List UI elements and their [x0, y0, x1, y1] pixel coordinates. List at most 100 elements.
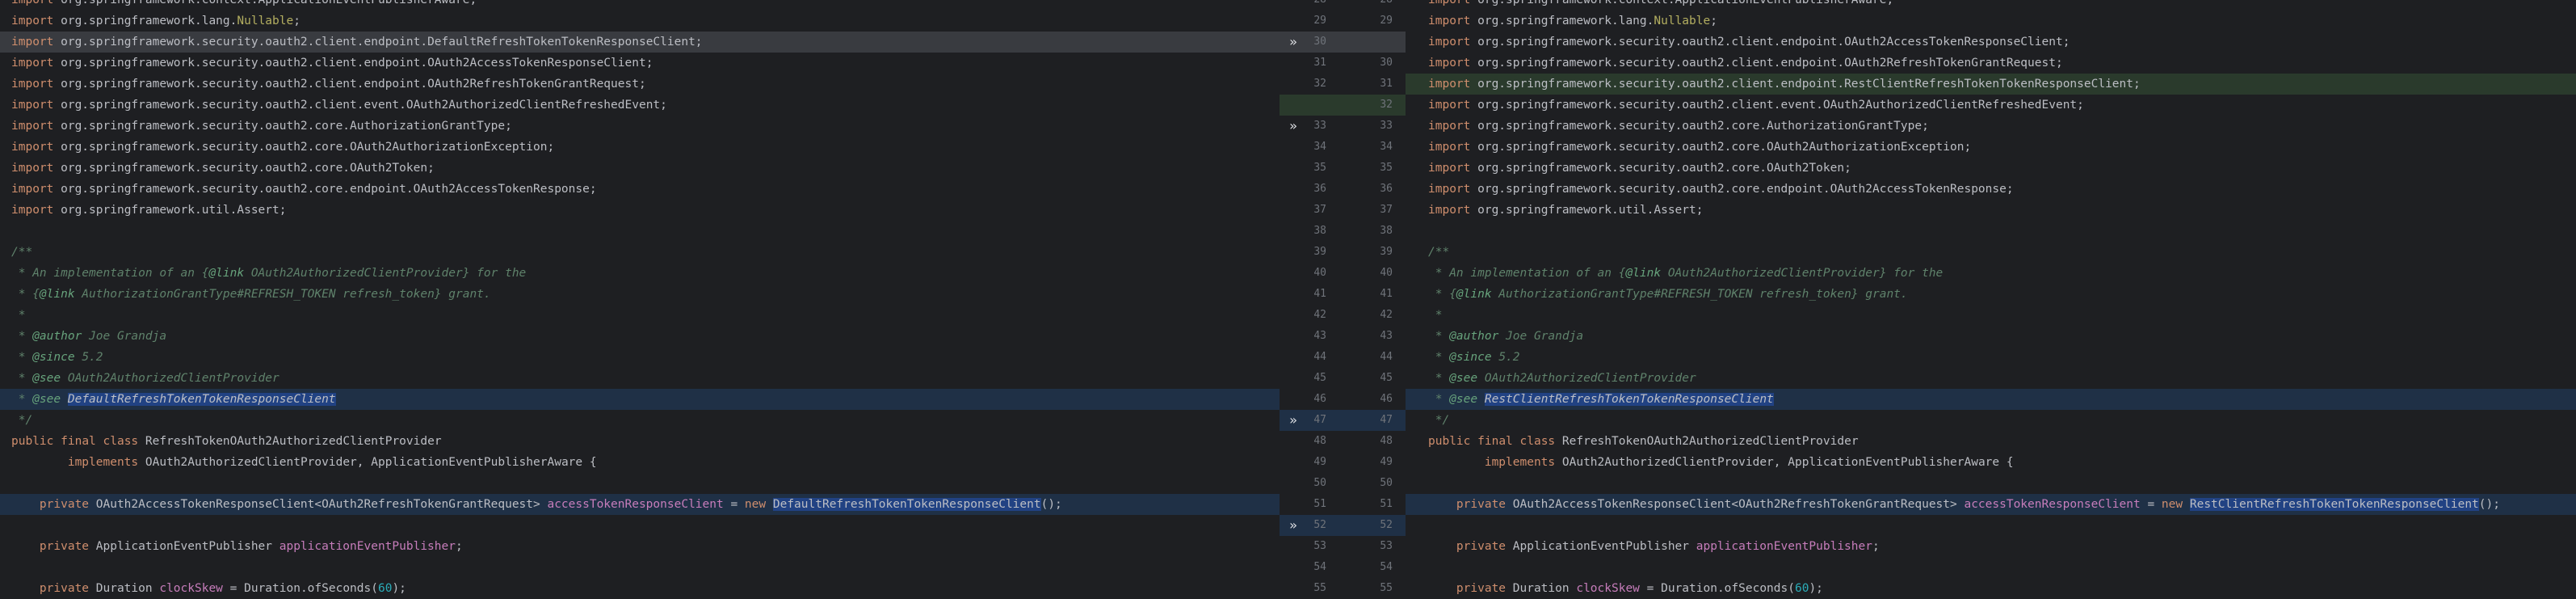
left-code-line[interactable]: private OAuth2AccessTokenResponseClient<…: [0, 494, 1280, 515]
right-code-line[interactable]: import org.springframework.security.oaut…: [1406, 179, 2576, 200]
right-line-number: 49: [1380, 456, 1393, 468]
left-code-line[interactable]: [0, 221, 1280, 242]
left-line-number: 54: [1313, 561, 1326, 573]
left-code-line[interactable]: private ApplicationEventPublisher applic…: [0, 536, 1280, 557]
right-line-number: 48: [1380, 435, 1393, 447]
right-code-line[interactable]: * @since 5.2: [1406, 347, 2576, 368]
left-code-line[interactable]: public final class RefreshTokenOAuth2Aut…: [0, 431, 1280, 452]
code-text: * @see OAuth2AuthorizedClientProvider: [11, 372, 279, 385]
right-line-number: 33: [1380, 120, 1393, 132]
right-code-line[interactable]: * {@link AuthorizationGrantType#REFRESH_…: [1406, 284, 2576, 305]
left-editor-pane[interactable]: import org.springframework.context.Appli…: [0, 0, 1280, 599]
code-text: import org.springframework.security.oaut…: [1428, 162, 1851, 175]
left-line-number: 29: [1313, 15, 1326, 27]
right-code-line[interactable]: import org.springframework.security.oaut…: [1406, 116, 2576, 137]
right-line-number: 30: [1380, 57, 1393, 69]
right-line-number: 38: [1380, 225, 1393, 237]
diff-gutter: 28282929»303130323132»333334343535363637…: [1280, 0, 1406, 599]
code-text: private Duration clockSkew = Duration.of…: [1456, 582, 1823, 595]
code-text: import org.springframework.security.oaut…: [11, 36, 703, 49]
left-code-line[interactable]: /**: [0, 242, 1280, 263]
right-code-line[interactable]: import org.springframework.security.oaut…: [1406, 74, 2576, 95]
code-text: * An implementation of an {@link OAuth2A…: [1428, 267, 1944, 280]
right-code-line[interactable]: *: [1406, 305, 2576, 326]
code-text: private Duration clockSkew = Duration.of…: [39, 582, 406, 595]
code-text: import org.springframework.security.oaut…: [11, 183, 597, 196]
right-code-line[interactable]: import org.springframework.security.oaut…: [1406, 32, 2576, 53]
left-line-number: 31: [1313, 57, 1326, 69]
left-code-line[interactable]: [0, 473, 1280, 494]
left-code-line[interactable]: import org.springframework.security.oaut…: [0, 53, 1280, 74]
right-code-line[interactable]: [1406, 515, 2576, 536]
right-code-line[interactable]: public final class RefreshTokenOAuth2Aut…: [1406, 431, 2576, 452]
right-code-line[interactable]: private OAuth2AccessTokenResponseClient<…: [1406, 494, 2576, 515]
right-code-line[interactable]: private Duration clockSkew = Duration.of…: [1406, 578, 2576, 599]
code-text: import org.springframework.security.oaut…: [1428, 183, 2014, 196]
code-text: import org.springframework.context.Appli…: [1428, 0, 1894, 6]
right-code-line[interactable]: [1406, 221, 2576, 242]
right-code-line[interactable]: */: [1406, 410, 2576, 431]
code-text: /**: [1428, 246, 1450, 259]
left-code-line[interactable]: import org.springframework.security.oaut…: [0, 137, 1280, 158]
right-code-line[interactable]: import org.springframework.security.oaut…: [1406, 53, 2576, 74]
right-code-line[interactable]: import org.springframework.security.oaut…: [1406, 158, 2576, 179]
left-line-number: 44: [1313, 351, 1326, 363]
left-code-line[interactable]: import org.springframework.security.oaut…: [0, 74, 1280, 95]
right-editor-pane[interactable]: import org.springframework.context.Appli…: [1406, 0, 2576, 599]
right-code-line[interactable]: import org.springframework.context.Appli…: [1406, 0, 2576, 11]
code-text: private OAuth2AccessTokenResponseClient<…: [1456, 498, 2500, 511]
right-code-line[interactable]: import org.springframework.security.oaut…: [1406, 137, 2576, 158]
right-line-number: 51: [1380, 498, 1393, 510]
code-text: * @author Joe Grandja: [1428, 330, 1584, 343]
right-code-line[interactable]: [1406, 557, 2576, 578]
left-code-line[interactable]: * @since 5.2: [0, 347, 1280, 368]
left-line-number: 28: [1294, 0, 1326, 11]
left-code-line[interactable]: import org.springframework.security.oaut…: [0, 116, 1280, 137]
left-code-line[interactable]: private Duration clockSkew = Duration.of…: [0, 578, 1280, 599]
left-code-line[interactable]: import org.springframework.context.Appli…: [0, 0, 1280, 11]
left-code-line[interactable]: import org.springframework.security.oaut…: [0, 32, 1280, 53]
left-code-line[interactable]: */: [0, 410, 1280, 431]
left-code-line[interactable]: import org.springframework.security.oaut…: [0, 158, 1280, 179]
right-line-number: 55: [1380, 582, 1393, 594]
right-line-number: 47: [1380, 414, 1393, 426]
code-text: * @since 5.2: [11, 351, 103, 364]
right-line-number: 29: [1380, 15, 1393, 27]
left-code-line[interactable]: import org.springframework.lang.Nullable…: [0, 11, 1280, 32]
right-code-line[interactable]: * An implementation of an {@link OAuth2A…: [1406, 263, 2576, 284]
right-line-number: 28: [1360, 0, 1393, 11]
diff-viewer: import org.springframework.context.Appli…: [0, 0, 2576, 599]
right-code-line[interactable]: * @see OAuth2AuthorizedClientProvider: [1406, 368, 2576, 389]
left-line-number: 48: [1313, 435, 1326, 447]
code-text: * {@link AuthorizationGrantType#REFRESH_…: [1428, 288, 1908, 301]
left-code-line[interactable]: [0, 557, 1280, 578]
left-code-line[interactable]: import org.springframework.util.Assert;: [0, 200, 1280, 221]
left-code-line[interactable]: * An implementation of an {@link OAuth2A…: [0, 263, 1280, 284]
right-code-line[interactable]: import org.springframework.lang.Nullable…: [1406, 11, 2576, 32]
left-code-line[interactable]: * @see OAuth2AuthorizedClientProvider: [0, 368, 1280, 389]
right-code-line[interactable]: /**: [1406, 242, 2576, 263]
right-line-number: 50: [1380, 477, 1393, 489]
left-code-line[interactable]: implements OAuth2AuthorizedClientProvide…: [0, 452, 1280, 473]
right-line-number: 46: [1380, 393, 1393, 405]
left-code-line[interactable]: [0, 515, 1280, 536]
left-code-line[interactable]: * @see DefaultRefreshTokenTokenResponseC…: [0, 389, 1280, 410]
left-code-line[interactable]: *: [0, 305, 1280, 326]
left-code-line[interactable]: import org.springframework.security.oaut…: [0, 95, 1280, 116]
code-text: import org.springframework.security.oaut…: [11, 57, 653, 70]
right-code-line[interactable]: private ApplicationEventPublisher applic…: [1406, 536, 2576, 557]
left-line-number: 34: [1313, 141, 1326, 153]
code-text: import org.springframework.security.oaut…: [1428, 120, 1929, 133]
right-code-line[interactable]: * @author Joe Grandja: [1406, 326, 2576, 347]
right-code-line[interactable]: implements OAuth2AuthorizedClientProvide…: [1406, 452, 2576, 473]
left-line-number: 32: [1313, 78, 1326, 90]
left-code-line[interactable]: * @author Joe Grandja: [0, 326, 1280, 347]
right-line-number: 37: [1380, 204, 1393, 216]
left-code-line[interactable]: * {@link AuthorizationGrantType#REFRESH_…: [0, 284, 1280, 305]
code-text: */: [1428, 414, 1450, 427]
left-code-line[interactable]: import org.springframework.security.oaut…: [0, 179, 1280, 200]
right-code-line[interactable]: import org.springframework.util.Assert;: [1406, 200, 2576, 221]
right-code-line[interactable]: * @see RestClientRefreshTokenTokenRespon…: [1406, 389, 2576, 410]
right-code-line[interactable]: [1406, 473, 2576, 494]
right-code-line[interactable]: import org.springframework.security.oaut…: [1406, 95, 2576, 116]
